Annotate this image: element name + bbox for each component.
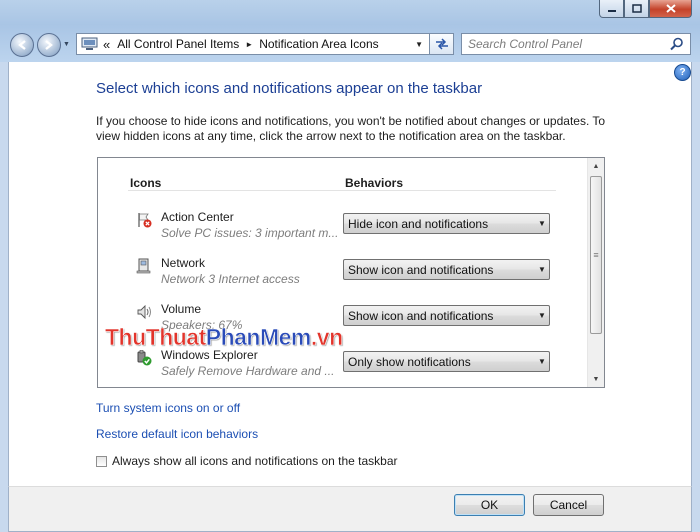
recent-pages-dropdown[interactable]: ▼ [63, 41, 70, 48]
action-center-flag-icon [138, 213, 152, 228]
item-detail: Network 3 Internet access [161, 272, 300, 286]
forward-button[interactable] [37, 33, 61, 57]
search-input[interactable] [468, 37, 658, 51]
behavior-dropdown[interactable]: Hide icon and notifications ▼ [343, 213, 550, 234]
network-computer-icon [136, 258, 151, 274]
page-description: If you choose to hide icons and notifica… [96, 114, 606, 143]
scroll-up-icon[interactable]: ▲ [588, 158, 604, 174]
watermark: ThuThuatPhanMem.vn [105, 324, 344, 351]
item-name: Action Center [161, 210, 234, 224]
vertical-scrollbar[interactable]: ▲ ≡ ▼ [587, 158, 604, 387]
behavior-value: Only show notifications [348, 354, 471, 369]
minimize-icon [607, 9, 616, 12]
back-arrow-icon [18, 40, 26, 50]
restore-defaults-link[interactable]: Restore default icon behaviors [96, 427, 258, 441]
page-title: Select which icons and notifications app… [96, 80, 483, 97]
item-detail: Safely Remove Hardware and ... [161, 364, 335, 378]
notification-icons-list[interactable]: Icons Behaviors Action Center Solve PC i… [97, 157, 605, 388]
control-panel-icon [81, 37, 98, 50]
item-name: Volume [161, 302, 202, 316]
header-divider [128, 190, 556, 191]
always-show-label[interactable]: Always show all icons and notifications … [112, 454, 398, 468]
chevron-down-icon: ▼ [538, 357, 546, 366]
turn-system-icons-link[interactable]: Turn system icons on or off [96, 401, 240, 415]
address-dropdown-icon[interactable]: ▼ [415, 40, 423, 49]
list-item-network: Network Network 3 Internet access Show i… [98, 254, 588, 300]
scroll-down-icon[interactable]: ▼ [588, 371, 604, 387]
behaviors-column-header: Behaviors [345, 176, 404, 190]
list-item-action-center: Action Center Solve PC issues: 3 importa… [98, 208, 588, 254]
address-overflow-chevron[interactable]: « [103, 37, 110, 52]
back-button[interactable] [10, 33, 34, 57]
scroll-thumb[interactable]: ≡ [590, 176, 602, 334]
behavior-value: Show icon and notifications [348, 308, 494, 323]
close-button[interactable] [649, 0, 692, 18]
cancel-button[interactable]: Cancel [533, 494, 604, 516]
item-name: Network [161, 256, 206, 270]
help-button[interactable]: ? [674, 64, 691, 81]
address-bar[interactable]: « All Control Panel Items ► Notification… [76, 33, 430, 55]
refresh-icon [435, 38, 448, 50]
safely-remove-hardware-icon [137, 350, 152, 366]
chevron-down-icon: ▼ [538, 265, 546, 274]
maximize-icon [631, 4, 642, 13]
behavior-dropdown[interactable]: Only show notifications ▼ [343, 351, 550, 372]
window-controls [599, 0, 692, 18]
ok-button[interactable]: OK [454, 494, 525, 516]
minimize-button[interactable] [599, 0, 624, 18]
behavior-dropdown[interactable]: Show icon and notifications ▼ [343, 259, 550, 280]
always-show-checkbox-row[interactable]: Always show all icons and notifications … [96, 454, 398, 468]
icons-column-header: Icons [130, 176, 162, 190]
behavior-value: Hide icon and notifications [348, 216, 489, 231]
refresh-button[interactable] [430, 33, 454, 55]
always-show-checkbox[interactable] [96, 455, 107, 467]
search-box[interactable] [461, 33, 691, 55]
content-pane: ? Select which icons and notifications a… [8, 62, 692, 486]
chevron-down-icon: ▼ [538, 311, 546, 320]
window-frame: ▼ « All Control Panel Items ► Notificati… [0, 0, 700, 62]
forward-arrow-icon [45, 40, 53, 50]
breadcrumb-separator-icon[interactable]: ► [245, 40, 253, 49]
close-icon [665, 4, 676, 13]
behavior-dropdown[interactable]: Show icon and notifications ▼ [343, 305, 550, 326]
speaker-volume-icon [137, 304, 151, 320]
behavior-value: Show icon and notifications [348, 262, 494, 277]
dialog-footer: OK Cancel [8, 486, 692, 532]
maximize-button[interactable] [624, 0, 649, 18]
breadcrumb-current[interactable]: Notification Area Icons [259, 37, 378, 51]
list-item-windows-explorer: Windows Explorer Safely Remove Hardware … [98, 346, 588, 387]
search-icon[interactable] [670, 37, 684, 51]
item-detail: Solve PC issues: 3 important m... [161, 226, 339, 240]
breadcrumb-all-items[interactable]: All Control Panel Items [117, 37, 239, 51]
chevron-down-icon: ▼ [538, 219, 546, 228]
